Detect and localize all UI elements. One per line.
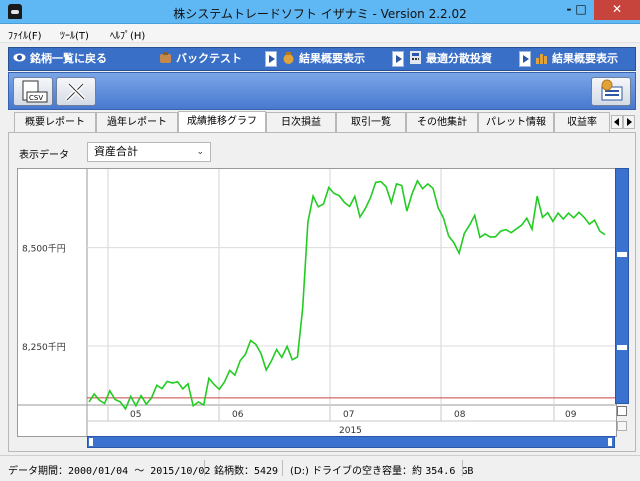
tab-scroll-left-icon[interactable] xyxy=(611,115,623,129)
next-arrow-icon[interactable] xyxy=(392,51,404,67)
window-title: 株システムトレードソフト イザナミ - Version 2.2.02 xyxy=(173,7,467,21)
nav-label: バックテスト xyxy=(176,52,242,65)
menu-help[interactable]: ﾍﾙﾌﾟ(H) xyxy=(110,27,145,42)
eye-icon xyxy=(13,51,26,64)
menu-file[interactable]: ﾌｧｲﾙ(F) xyxy=(8,27,42,42)
data-select[interactable]: 資産合計 ⌄ xyxy=(87,142,211,162)
data-label: 表示データ xyxy=(19,150,69,161)
nav-backtest[interactable]: バックテスト xyxy=(159,49,242,69)
x-tick-label: 07 xyxy=(343,410,354,420)
nav-label: 結果概要表示 xyxy=(299,52,365,65)
nav-optimal-allocation[interactable]: 最適分散投資 xyxy=(409,49,492,69)
next-arrow-icon[interactable] xyxy=(265,51,277,67)
tab-other-stats[interactable]: その他集計 xyxy=(406,112,478,132)
toolbar: CSV xyxy=(8,72,636,110)
menu-tools[interactable]: ﾂｰﾙ(T) xyxy=(60,27,89,42)
nav-label: 最適分散投資 xyxy=(426,52,492,65)
status-separator xyxy=(282,460,283,476)
close-button[interactable]: ✕ xyxy=(594,0,640,20)
nav-result-summary-2[interactable]: 結果概要表示 xyxy=(535,49,618,69)
hscroll-right-handle[interactable] xyxy=(608,438,612,446)
tab-daily-pnl[interactable]: 日次損益 xyxy=(266,112,336,132)
export-csv-button[interactable]: CSV xyxy=(13,77,53,106)
settings-button[interactable] xyxy=(56,77,96,106)
tab-overview-report[interactable]: 概要レポート xyxy=(14,112,96,132)
year-label: 2015 xyxy=(339,426,362,436)
status-separator xyxy=(204,460,205,476)
tab-scroll-right-icon[interactable] xyxy=(623,115,635,129)
nav-bar: 銘柄一覧に戻る バックテスト 結果概要表示 最適分散投資 結果概要表示 xyxy=(8,47,636,71)
x-tick-label: 05 xyxy=(130,410,141,420)
performance-chart: 05 06 07 08 09 2015 8,500千円 8,250千円 xyxy=(17,168,617,437)
vscroll-upper-handle[interactable] xyxy=(617,252,627,257)
checkbox-b[interactable] xyxy=(617,421,627,431)
horizontal-scrollbar[interactable] xyxy=(87,436,615,448)
chart-svg: 05 06 07 08 09 2015 8,500千円 8,250千円 xyxy=(18,169,616,436)
hscroll-left-handle[interactable] xyxy=(89,438,93,446)
checkbox-a[interactable] xyxy=(617,406,627,416)
tab-return-rate[interactable]: 収益率 xyxy=(554,112,610,132)
status-separator xyxy=(462,460,463,476)
vscroll-lower-handle[interactable] xyxy=(617,345,627,350)
bag-icon xyxy=(159,51,172,64)
nav-result-summary[interactable]: 結果概要表示 xyxy=(282,49,365,69)
tab-palette-info[interactable]: パレット情報 xyxy=(478,112,554,132)
chart-panel: 表示データ 資産合計 ⌄ 05 06 07 08 09 2015 8,500千円 8,250千… xyxy=(8,132,636,452)
status-bar: データ期間：2000/01/04 ～ 2015/10/02 銘柄数：5429 (… xyxy=(0,455,640,481)
nav-label: 銘柄一覧に戻る xyxy=(30,52,107,65)
data-select-value: 資産合計 xyxy=(94,145,138,158)
svg-text:CSV: CSV xyxy=(29,94,43,102)
nav-label: 結果概要表示 xyxy=(552,52,618,65)
vertical-zoom-scrollbar[interactable] xyxy=(615,168,629,404)
title-bar: 株システムトレードソフト イザナミ - Version 2.2.02 - □ ✕ xyxy=(0,0,640,24)
subtab-bar: 概要レポート 過年レポート 成績推移グラフ 日次損益 取引一覧 その他集計 パレ… xyxy=(8,111,636,132)
menu-bar: ﾌｧｲﾙ(F) ﾂｰﾙ(T) ﾍﾙﾌﾟ(H) xyxy=(0,24,640,43)
tab-trade-list[interactable]: 取引一覧 xyxy=(336,112,406,132)
status-disk-space: (D:) ドライブの空き容量：約 354.6 GB xyxy=(290,466,474,477)
status-stock-count: 銘柄数：5429 xyxy=(214,466,279,477)
maximize-button[interactable]: □ xyxy=(568,0,594,20)
bar-chart-icon xyxy=(535,51,548,64)
status-period: データ期間：2000/01/04 ～ 2015/10/02 xyxy=(8,466,211,477)
calculator-icon xyxy=(409,51,422,64)
x-tick-label: 09 xyxy=(565,410,577,420)
x-tick-label: 06 xyxy=(232,410,244,420)
money-report-icon xyxy=(601,79,623,101)
money-report-button[interactable] xyxy=(591,77,631,106)
tab-performance-graph[interactable]: 成績推移グラフ xyxy=(178,111,266,132)
nav-back-to-list[interactable]: 銘柄一覧に戻る xyxy=(13,49,107,69)
chevron-down-icon: ⌄ xyxy=(196,147,204,157)
tools-icon xyxy=(65,82,86,102)
y-tick-label: 8,500千円 xyxy=(22,244,66,255)
tab-yearly-report[interactable]: 過年レポート xyxy=(96,112,178,132)
y-tick-label: 8,250千円 xyxy=(22,342,66,353)
next-arrow-icon[interactable] xyxy=(519,51,531,67)
money-bag-icon xyxy=(282,51,295,64)
csv-icon: CSV xyxy=(22,80,48,103)
equity-line xyxy=(88,179,606,411)
x-tick-label: 08 xyxy=(454,410,466,420)
